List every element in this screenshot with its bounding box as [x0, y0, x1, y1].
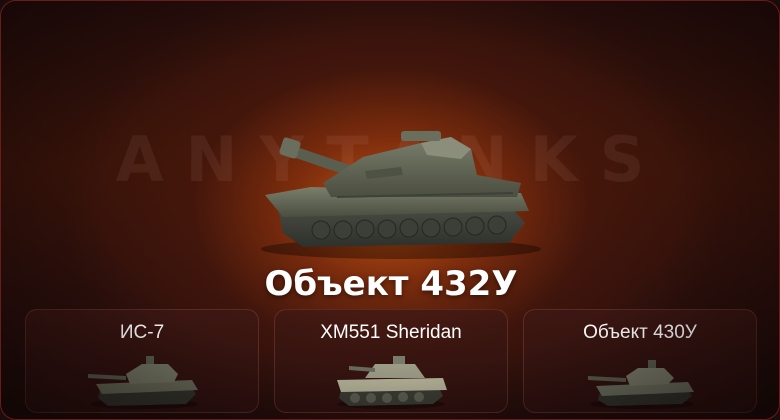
tank-card-label: ИС-7 [119, 322, 165, 343]
tank-card-label: XM551 Sheridan [320, 322, 462, 343]
tank-destroyer-icon [261, 131, 541, 259]
hero-tank-name: Объект 432У [264, 264, 518, 304]
light-tank-icon [337, 356, 447, 409]
heavy-tank-icon [88, 356, 198, 409]
tank-card-is7[interactable]: ИС-7 [25, 309, 259, 413]
tank-card-xm551-sheridan[interactable]: XM551 Sheridan [274, 309, 508, 413]
medium-tank-icon [588, 360, 694, 409]
tank-card-object-430u[interactable]: Объект 430У [523, 309, 757, 413]
tank-variant-list: ИС-7 XM551 Sheridan Объект 430У [25, 309, 757, 413]
tank-showcase-card: ANYTANKS [0, 0, 780, 420]
tank-card-label: Объект 430У [583, 322, 697, 343]
